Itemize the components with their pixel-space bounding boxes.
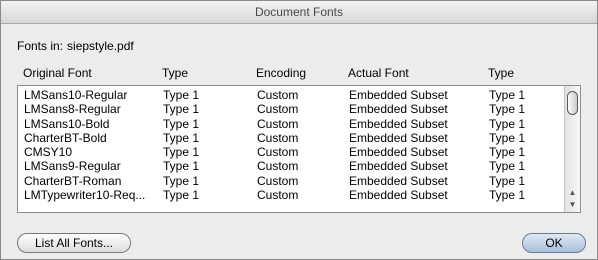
actual-type-cell: Type 1	[489, 145, 526, 160]
type-cell: Type 1	[163, 173, 200, 188]
scroll-down-arrow-icon[interactable]: ▼	[565, 198, 580, 210]
table-header: Original Font Type Encoding Actual Font …	[17, 66, 581, 82]
original-font-cell: LMSans9-Regular	[24, 159, 121, 174]
table-row[interactable]: LMTypewriter10-Req... Type 1 Custom Embedde…	[18, 188, 566, 202]
type-cell: Type 1	[163, 102, 200, 117]
table-row[interactable]: LMSans8-Regular Type 1 Custom Embedded Subs…	[18, 102, 566, 116]
column-header-actual-type: Type	[488, 66, 515, 80]
list-all-fonts-button[interactable]: List All Fonts...	[17, 233, 131, 253]
column-header-encoding: Encoding	[256, 66, 307, 80]
fonts-in-label: Fonts in:	[17, 39, 64, 53]
actual-font-cell: Embedded Subset	[349, 102, 448, 117]
actual-font-cell: Embedded Subset	[349, 88, 448, 102]
actual-type-cell: Type 1	[489, 159, 526, 174]
scrollbar-thumb[interactable]	[567, 91, 578, 115]
actual-type-cell: Type 1	[489, 130, 526, 145]
actual-type-cell: Type 1	[489, 188, 526, 203]
original-font-cell: LMTypewriter10-Req...	[24, 188, 146, 203]
original-font-cell: CMSY10	[24, 145, 73, 160]
table-row[interactable]: LMSans10-Bold Type 1 Custom Embedded Subset…	[18, 117, 566, 131]
type-cell: Type 1	[163, 130, 200, 145]
original-font-cell: LMSans8-Regular	[24, 102, 121, 117]
actual-font-cell: Embedded Subset	[349, 188, 448, 203]
actual-font-cell: Embedded Subset	[349, 145, 448, 160]
actual-font-cell: Embedded Subset	[349, 159, 448, 174]
actual-font-cell: Embedded Subset	[349, 173, 448, 188]
type-cell: Type 1	[163, 188, 200, 203]
encoding-cell: Custom	[257, 116, 299, 131]
actual-font-cell: Embedded Subset	[349, 130, 448, 145]
original-font-cell: LMSans10-Regular	[24, 88, 128, 102]
actual-font-cell: Embedded Subset	[349, 116, 448, 131]
column-header-actual-font: Actual Font	[348, 66, 409, 80]
column-header-type: Type	[162, 66, 189, 80]
type-cell: Type 1	[163, 116, 200, 131]
window-title: Document Fonts	[1, 1, 597, 24]
encoding-cell: Custom	[257, 173, 299, 188]
table-row[interactable]: CMSY10 Type 1 Custom Embedded Subset Type 1	[18, 145, 566, 159]
original-font-cell: CharterBT-Bold	[24, 130, 107, 145]
encoding-cell: Custom	[257, 145, 299, 160]
encoding-cell: Custom	[257, 88, 299, 102]
actual-type-cell: Type 1	[489, 88, 526, 102]
actual-type-cell: Type 1	[489, 173, 526, 188]
encoding-cell: Custom	[257, 159, 299, 174]
column-header-original-font: Original Font	[23, 66, 92, 80]
actual-type-cell: Type 1	[489, 116, 526, 131]
original-font-cell: CharterBT-Roman	[24, 173, 122, 188]
table-row[interactable]: LMSans9-Regular Type 1 Custom Embedded Subs…	[18, 159, 566, 173]
table-row[interactable]: CharterBT-Roman Type 1 Custom Embedded Subs…	[18, 174, 566, 188]
ok-button[interactable]: OK	[522, 233, 586, 253]
fonts-list-rows: LMSans10-Regular Type 1 Custom Embedded Sub…	[18, 88, 566, 202]
type-cell: Type 1	[163, 88, 200, 102]
type-cell: Type 1	[163, 145, 200, 160]
table-row[interactable]: CharterBT-Bold Type 1 Custom Embedded Subse…	[18, 131, 566, 145]
table-row[interactable]: LMSans10-Regular Type 1 Custom Embedded Sub…	[18, 88, 566, 102]
encoding-cell: Custom	[257, 102, 299, 117]
vertical-scrollbar[interactable]: ▲ ▼	[564, 86, 580, 212]
actual-type-cell: Type 1	[489, 102, 526, 117]
document-fonts-dialog: Document Fonts Fonts in: siepstyle.pdf Or…	[0, 0, 598, 260]
fonts-list[interactable]: LMSans10-Regular Type 1 Custom Embedded Sub…	[17, 85, 581, 213]
encoding-cell: Custom	[257, 130, 299, 145]
type-cell: Type 1	[163, 159, 200, 174]
encoding-cell: Custom	[257, 188, 299, 203]
fonts-in-line: Fonts in: siepstyle.pdf	[17, 39, 134, 53]
scroll-up-arrow-icon[interactable]: ▲	[565, 186, 580, 198]
original-font-cell: LMSans10-Bold	[24, 116, 110, 131]
pdf-filename: siepstyle.pdf	[67, 39, 134, 53]
